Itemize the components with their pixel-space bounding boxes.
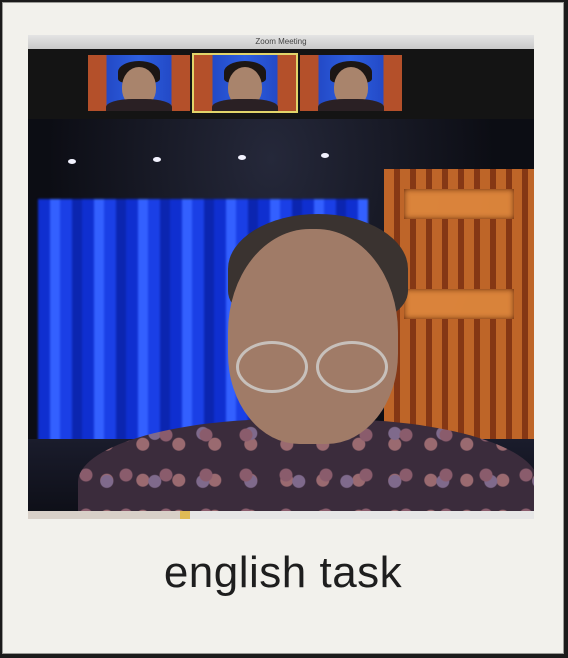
zoom-window: Zoom Meeting — [28, 35, 534, 519]
wall-panel — [404, 189, 514, 219]
stage-light — [153, 157, 161, 162]
main-video[interactable] — [28, 119, 534, 519]
speaker-face — [228, 229, 398, 444]
stage-light — [321, 153, 329, 158]
window-titlebar[interactable]: Zoom Meeting — [28, 35, 534, 49]
participant-thumbnail-center[interactable] — [194, 55, 296, 111]
control-bar-edge — [28, 511, 534, 519]
window-title: Zoom Meeting — [255, 37, 307, 46]
caption-text: english task — [163, 548, 403, 597]
participant-body — [106, 99, 172, 111]
participant-thumbnail-left[interactable] — [88, 55, 190, 111]
speaker-glasses-right — [316, 341, 388, 393]
stage-light — [68, 159, 76, 164]
participant-body — [318, 99, 384, 111]
stage-light — [238, 155, 246, 160]
wall-panel — [404, 289, 514, 319]
participant-body — [212, 99, 278, 111]
polaroid-frame: Zoom Meeting english task — [2, 2, 564, 654]
participant-thumbnail-right[interactable] — [300, 55, 402, 111]
speaker-glasses-left — [236, 341, 308, 393]
